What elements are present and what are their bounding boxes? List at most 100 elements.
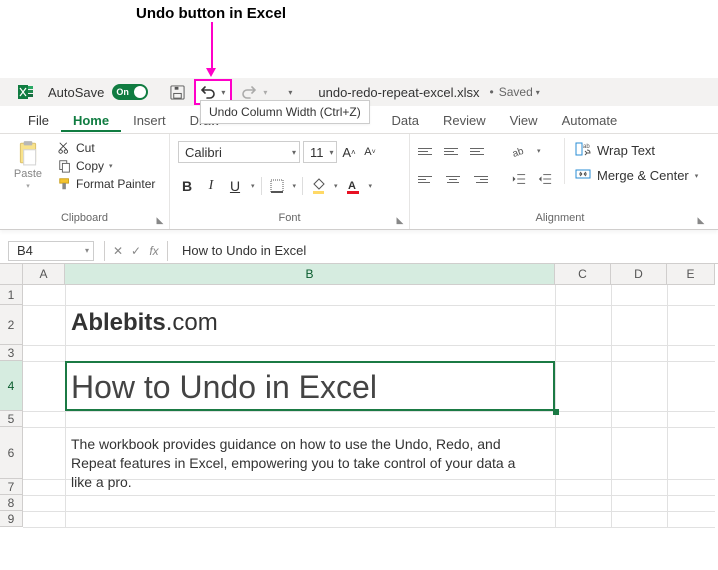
clipboard-icon [15,140,41,166]
enter-formula-button[interactable]: ✓ [127,242,145,260]
tab-review[interactable]: Review [431,108,498,132]
align-center-button[interactable] [444,172,462,186]
merge-icon [575,167,591,184]
cell-b2: Ablebits.com [71,309,218,337]
paste-label: Paste [14,168,42,180]
formula-bar: B4 ▾ ✕ ✓ fx How to Undo in Excel [0,238,718,264]
row-header-5[interactable]: 5 [0,411,23,427]
row-header-6[interactable]: 6 [0,427,23,479]
customize-qat-dropdown[interactable]: ▾ [284,86,296,99]
wraptext-icon: ab [575,142,591,159]
merge-center-button[interactable]: Merge & Center ▾ [575,167,698,184]
cell-selection [65,361,555,411]
fx-button[interactable]: fx [145,242,163,260]
row-header-2[interactable]: 2 [0,305,23,345]
svg-text:ab: ab [511,146,526,159]
format-painter-label: Format Painter [76,177,155,191]
name-box[interactable]: B4 ▾ [8,241,94,261]
row-headers: 1 2 3 4 5 6 7 8 9 [0,285,23,527]
tab-file[interactable]: File [16,108,61,132]
filename-label[interactable]: undo-redo-repeat-excel.xlsx [318,85,479,100]
tab-data[interactable]: Data [380,108,431,132]
col-header-b[interactable]: B [65,264,555,285]
formula-input[interactable]: How to Undo in Excel [172,243,718,258]
cut-label: Cut [76,141,95,155]
spreadsheet: A B C D E 1 2 3 4 5 6 7 8 9 [0,264,718,527]
autosave-toggle[interactable]: On [112,84,148,100]
orientation-button[interactable]: ab [510,142,528,160]
row-header-9[interactable]: 9 [0,511,23,527]
clipboard-group-label: Clipboard [8,211,161,227]
increase-font-button[interactable]: A˄ [340,143,358,161]
tab-insert[interactable]: Insert [121,108,178,132]
autosave-label: AutoSave [48,85,104,100]
row-header-8[interactable]: 8 [0,495,23,511]
underline-button[interactable]: U [226,177,244,195]
align-left-button[interactable] [418,172,436,186]
font-group-label: Font [178,211,401,227]
redo-dropdown[interactable]: ▾ [260,82,270,102]
cell-b6: The workbook provides guidance on how to… [71,435,531,492]
align-top-button[interactable] [418,144,436,158]
save-button[interactable] [166,81,188,103]
font-name-value: Calibri [185,145,222,160]
cut-button[interactable]: Cut [58,141,155,155]
merge-label: Merge & Center [597,168,689,183]
wrap-text-label: Wrap Text [597,143,655,158]
border-button[interactable] [268,177,286,195]
row-header-7[interactable]: 7 [0,479,23,495]
annotation-label: Undo button in Excel [136,5,286,22]
format-painter-button[interactable]: Format Painter [58,177,155,191]
undo-tooltip: Undo Column Width (Ctrl+Z) [200,100,370,124]
font-dialog-launcher[interactable]: ◣ [394,215,406,227]
alignment-dialog-launcher[interactable]: ◣ [695,215,707,227]
save-status[interactable]: • Saved ▾ [488,85,540,99]
paste-button[interactable]: Paste ▾ [8,138,48,192]
tab-automate[interactable]: Automate [550,108,630,132]
col-header-a[interactable]: A [23,264,65,285]
col-header-c[interactable]: C [555,264,611,285]
undo-dropdown[interactable]: ▾ [218,82,228,102]
svg-text:ab: ab [583,144,590,150]
select-all-button[interactable] [0,264,23,285]
chevron-down-icon: ▾ [536,88,540,97]
excel-logo-icon [18,84,34,100]
paintbrush-icon [58,177,72,191]
align-bottom-button[interactable] [470,144,488,158]
save-status-label: Saved [499,85,533,99]
copy-label: Copy [76,159,104,173]
increase-indent-button[interactable] [536,170,554,188]
italic-button[interactable]: I [202,177,220,195]
col-header-e[interactable]: E [667,264,715,285]
row-header-3[interactable]: 3 [0,345,23,361]
clipboard-dialog-launcher[interactable]: ◣ [154,215,166,227]
alignment-group-label: Alignment [418,211,702,227]
align-right-button[interactable] [470,172,488,186]
font-size-combo[interactable]: 11 ▾ [303,141,337,163]
annotation-arrow [204,22,218,78]
cancel-formula-button[interactable]: ✕ [109,242,127,260]
font-name-combo[interactable]: Calibri ▾ [178,141,300,163]
align-middle-button[interactable] [444,144,462,158]
autosave-state: On [116,87,129,97]
fill-color-button[interactable] [309,177,327,195]
excel-window: AutoSave On ▾ ▾ ▾ undo-redo-repeat-excel… [0,78,718,527]
copy-button[interactable]: Copy ▾ [58,159,155,173]
column-headers: A B C D E [23,264,715,285]
tab-view[interactable]: View [498,108,550,132]
scissors-icon [58,141,72,155]
fill-handle[interactable] [553,409,559,415]
cell-grid[interactable]: Ablebits.com How to Undo in Excel The wo… [23,285,715,527]
row-header-1[interactable]: 1 [0,285,23,305]
wrap-text-button[interactable]: ab Wrap Text [575,142,698,159]
undo-button[interactable] [198,82,218,102]
tab-home[interactable]: Home [61,108,121,132]
decrease-indent-button[interactable] [510,170,528,188]
name-box-value: B4 [17,243,33,258]
bold-button[interactable]: B [178,177,196,195]
row-header-4[interactable]: 4 [0,361,23,411]
col-header-d[interactable]: D [611,264,667,285]
decrease-font-button[interactable]: A˅ [361,143,379,161]
font-color-button[interactable]: A [344,177,362,195]
ribbon: Paste ▾ Cut Copy ▾ [0,134,718,230]
